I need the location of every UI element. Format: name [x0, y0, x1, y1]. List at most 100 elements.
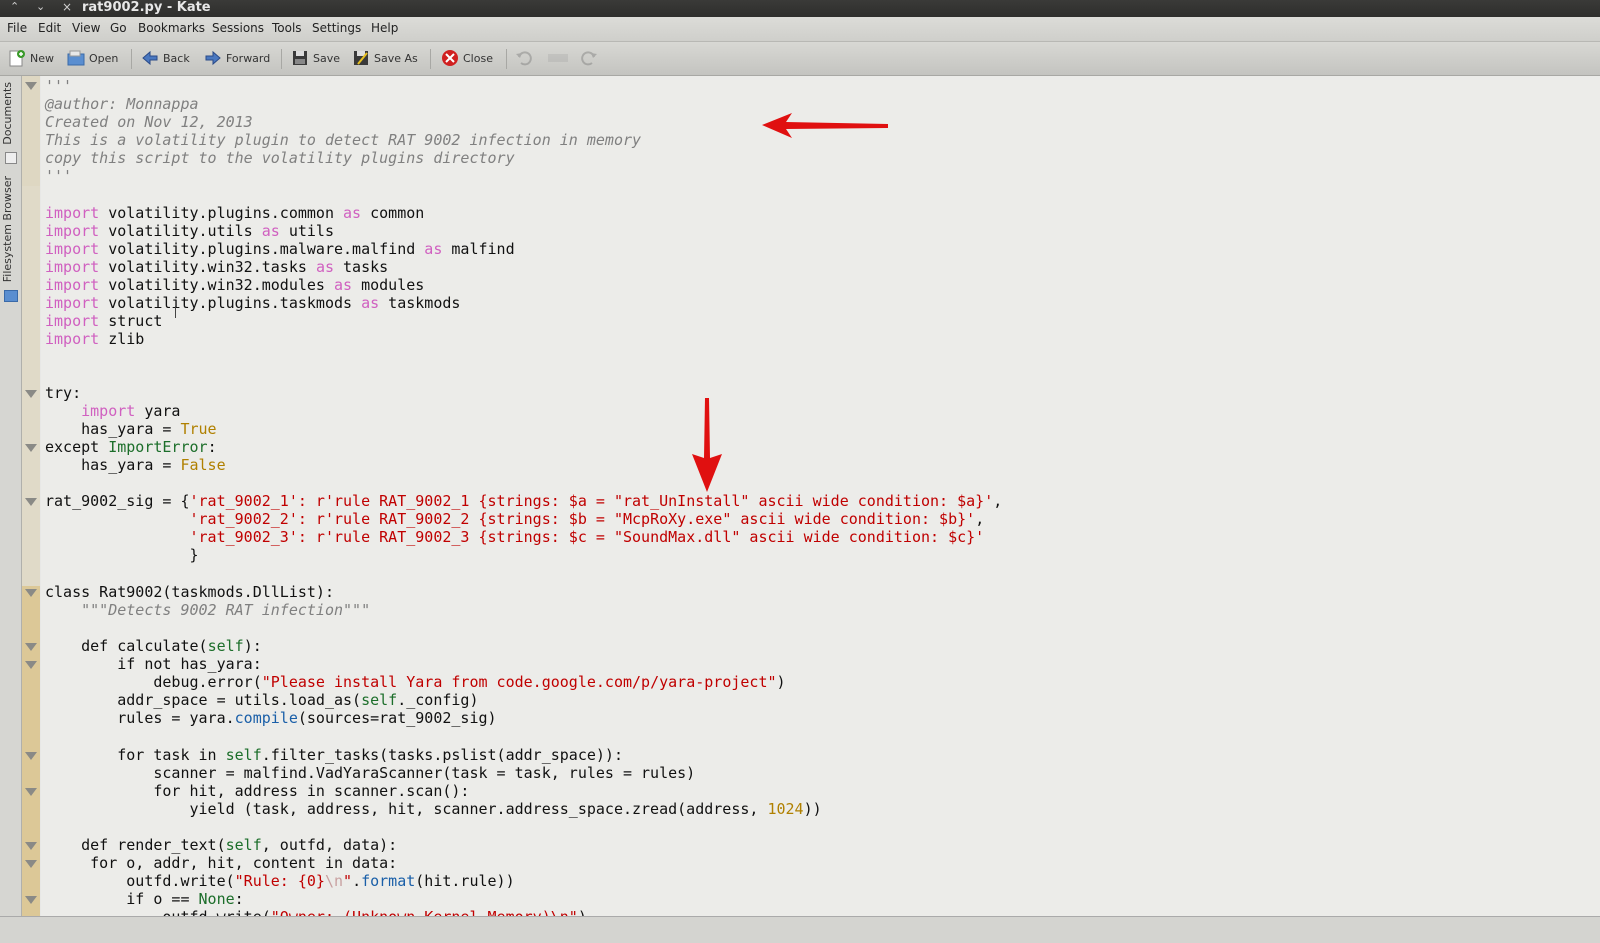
- toolbar-separator: [506, 49, 507, 69]
- code-line: for o, addr, hit, content in data:: [45, 854, 398, 872]
- back-arrow-icon: [141, 49, 159, 67]
- close-button[interactable]: Close: [441, 48, 493, 68]
- window-title: rat9002.py - Kate: [82, 0, 211, 15]
- fold-marker-icon[interactable]: [25, 896, 37, 904]
- fold-marker-icon[interactable]: [25, 842, 37, 850]
- code-line: ''': [45, 167, 73, 185]
- code-line: has_yara = False: [45, 456, 226, 474]
- code-line: @author: Monnappa: [45, 95, 199, 113]
- back-label: Back: [163, 51, 190, 65]
- code-line: }: [45, 546, 199, 564]
- window-up-icon[interactable]: ⌃: [10, 0, 19, 13]
- toolbar-separator: [131, 49, 132, 69]
- code-line: rat_9002_sig = {'rat_9002_1': r'rule RAT…: [45, 492, 1003, 510]
- new-label: New: [30, 51, 54, 65]
- window-down-icon[interactable]: ⌄: [36, 0, 45, 13]
- code-line: import yara: [81, 402, 181, 420]
- fold-marker-icon[interactable]: [25, 498, 37, 506]
- code-line: except ImportError:: [45, 438, 217, 456]
- fold-marker-icon[interactable]: [25, 82, 37, 90]
- fold-marker-icon[interactable]: [25, 788, 37, 796]
- code-line: This is a volatility plugin to detect RA…: [45, 131, 642, 149]
- new-document-icon: [8, 49, 26, 67]
- forward-button[interactable]: Forward: [204, 48, 270, 68]
- back-button[interactable]: Back: [141, 48, 190, 68]
- redo-button[interactable]: [580, 48, 602, 68]
- code-line: import volatility.win32.modules as modul…: [45, 276, 425, 294]
- forward-label: Forward: [226, 51, 271, 65]
- save-as-button[interactable]: Save As: [352, 48, 418, 68]
- open-button[interactable]: Open: [67, 48, 118, 68]
- menu-sessions[interactable]: Sessions: [212, 21, 264, 35]
- documents-icon: [5, 152, 17, 164]
- menu-help[interactable]: Help: [371, 21, 398, 35]
- close-label: Close: [463, 51, 493, 65]
- code-line: debug.error("Please install Yara from co…: [45, 673, 786, 691]
- redo-placeholder: [548, 48, 568, 68]
- redo-icon: [580, 49, 598, 67]
- code-line: import volatility.plugins.malware.malfin…: [45, 240, 515, 258]
- forward-arrow-icon: [204, 49, 222, 67]
- open-label: Open: [89, 51, 119, 65]
- menu-edit[interactable]: Edit: [38, 21, 61, 35]
- code-line: rules = yara.compile(sources=rat_9002_si…: [45, 709, 497, 727]
- code-line: outfd.write("Owner: (Unknown Kernel Memo…: [45, 908, 586, 916]
- fold-marker-icon[interactable]: [25, 752, 37, 760]
- menu-settings[interactable]: Settings: [312, 21, 361, 35]
- code-line: try:: [45, 384, 82, 402]
- fold-region: [22, 586, 40, 942]
- code-line: import volatility.win32.tasks as tasks: [45, 258, 389, 276]
- code-line: Created on Nov 12, 2013: [45, 113, 253, 131]
- menu-bar: File Edit View Go Bookmarks Sessions Too…: [0, 17, 1600, 42]
- code-line: if o == None:: [45, 890, 244, 908]
- annotation-arrow-down-icon: [692, 398, 722, 492]
- code-line: for hit, address in scanner.scan():: [45, 782, 470, 800]
- toolbar-separator: [281, 49, 282, 69]
- main-toolbar: New Open Back Forward Save Save As Close: [0, 42, 1600, 76]
- fold-marker-icon[interactable]: [25, 390, 37, 398]
- code-line: ''': [45, 77, 73, 95]
- undo-button[interactable]: [515, 48, 537, 68]
- code-editor[interactable]: ''' @author: Monnappa Created on Nov 12,…: [41, 76, 1600, 916]
- fold-marker-icon[interactable]: [25, 661, 37, 669]
- menu-file[interactable]: File: [7, 21, 27, 35]
- save-as-label: Save As: [374, 51, 418, 65]
- fold-marker-icon[interactable]: [25, 444, 37, 452]
- code-line: addr_space = utils.load_as(self._config): [45, 691, 479, 709]
- close-icon: [441, 49, 459, 67]
- menu-tools[interactable]: Tools: [272, 21, 302, 35]
- code-line: yield (task, address, hit, scanner.addre…: [45, 800, 822, 818]
- fold-marker-icon[interactable]: [25, 860, 37, 868]
- code-line: for task in self.filter_tasks(tasks.psli…: [45, 746, 623, 764]
- fold-marker-icon[interactable]: [25, 643, 37, 651]
- code-line: 'rat_9002_3': r'rule RAT_9002_3 {strings…: [189, 528, 985, 546]
- code-line: copy this script to the volatility plugi…: [45, 149, 515, 167]
- toolbar-separator: [430, 49, 431, 69]
- undo-icon: [515, 49, 533, 67]
- code-line: scanner = malfind.VadYaraScanner(task = …: [45, 764, 696, 782]
- menu-view[interactable]: View: [72, 21, 100, 35]
- tab-documents[interactable]: Documents: [1, 82, 14, 145]
- save-button[interactable]: Save: [291, 48, 340, 68]
- menu-bookmarks[interactable]: Bookmarks: [138, 21, 205, 35]
- code-line: import volatility.plugins.common as comm…: [45, 204, 425, 222]
- code-line: has_yara = True: [45, 420, 217, 438]
- code-line: class Rat9002(taskmods.DllList):: [45, 583, 334, 601]
- save-label: Save: [313, 51, 341, 65]
- status-bar: [0, 916, 1600, 943]
- fold-marker-icon[interactable]: [25, 589, 37, 597]
- window-titlebar: ⌃ ⌄ × rat9002.py - Kate: [0, 0, 1600, 17]
- annotation-arrow-left-icon: [762, 113, 888, 138]
- side-panel: Documents Filesystem Browser: [0, 76, 22, 942]
- code-line: if not has_yara:: [45, 655, 262, 673]
- mouse-cursor-icon: [175, 306, 176, 318]
- filesystem-icon: [4, 290, 18, 302]
- code-line: import zlib: [45, 330, 145, 348]
- code-line: import struct: [45, 312, 163, 330]
- new-button[interactable]: New: [8, 48, 54, 68]
- window-close-icon[interactable]: ×: [62, 0, 72, 14]
- tab-filesystem-browser[interactable]: Filesystem Browser: [1, 176, 14, 282]
- code-line: import volatility.utils as utils: [45, 222, 334, 240]
- menu-go[interactable]: Go: [110, 21, 127, 35]
- floppy-disk-icon: [291, 49, 309, 67]
